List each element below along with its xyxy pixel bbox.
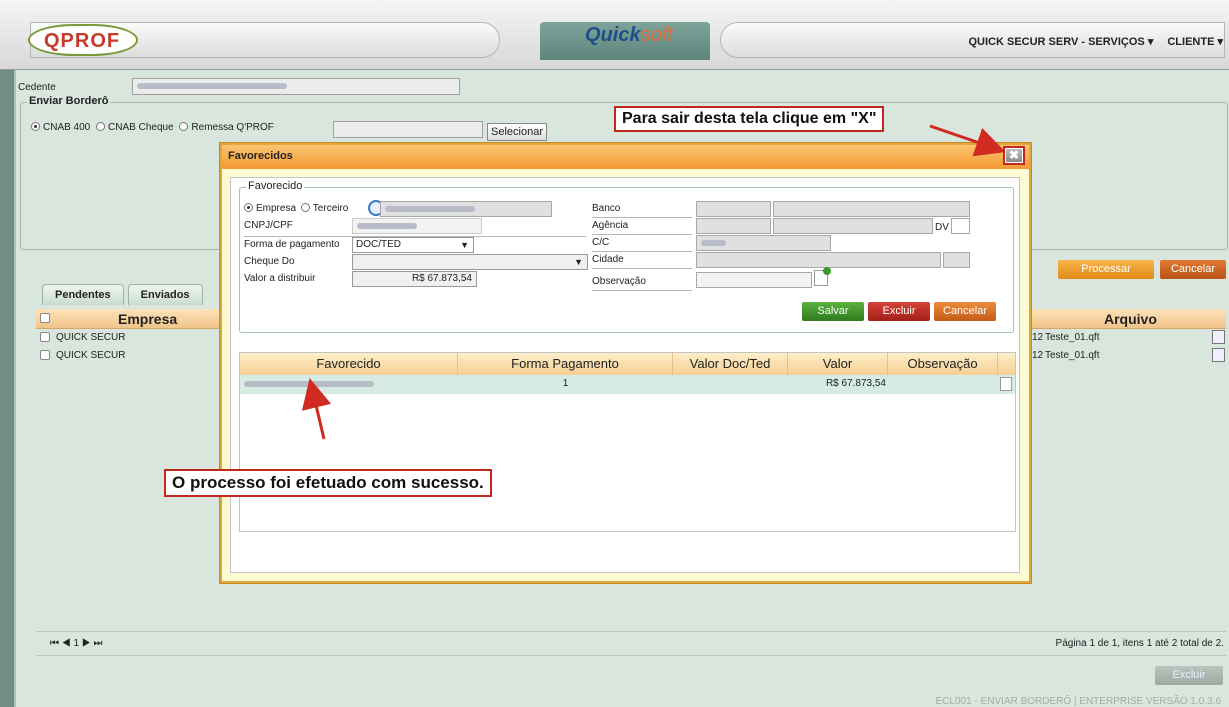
close-hint-arrow	[929, 124, 1006, 157]
close-hint-annotation: Para sair desta tela clique em "X"	[614, 106, 885, 132]
success-annotation: O processo foi efetuado com sucesso.	[164, 469, 492, 497]
success-arrow	[301, 378, 332, 440]
